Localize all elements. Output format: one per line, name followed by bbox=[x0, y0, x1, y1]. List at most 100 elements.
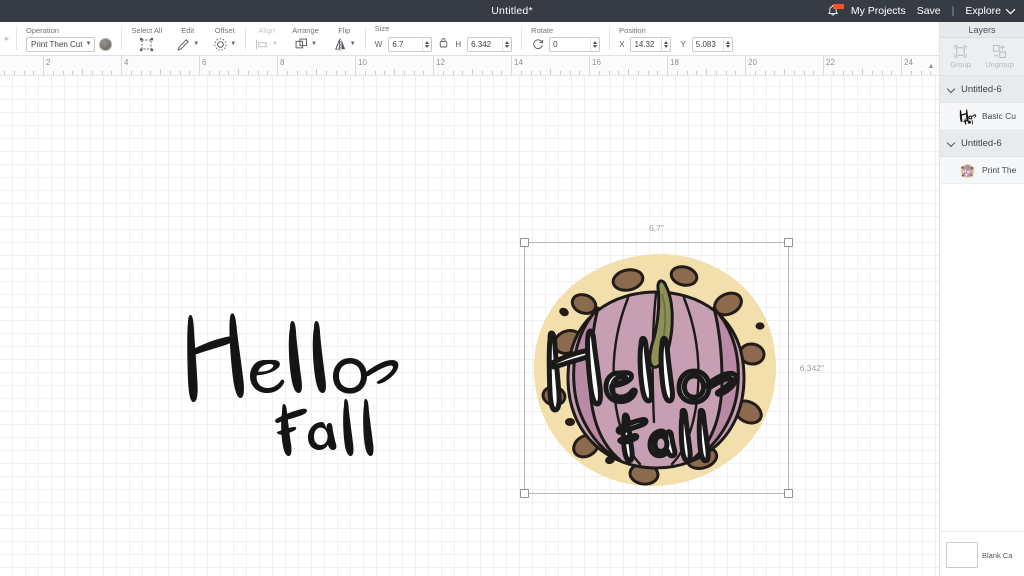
width-field[interactable] bbox=[388, 36, 433, 52]
machine-selector[interactable]: Explore bbox=[965, 5, 1016, 17]
rotate-icon bbox=[533, 39, 544, 49]
caret-up-icon[interactable]: ▲ bbox=[925, 60, 937, 72]
offset-icon bbox=[214, 37, 227, 51]
ruler-minor-tick bbox=[559, 71, 561, 75]
blank-canvas-swatch[interactable] bbox=[946, 542, 978, 568]
lock-icon[interactable] bbox=[439, 35, 448, 53]
ruler-minor-tick bbox=[394, 69, 395, 75]
rotate-stepper[interactable] bbox=[590, 37, 599, 51]
height-input[interactable] bbox=[468, 37, 503, 51]
rotate-field[interactable] bbox=[549, 36, 601, 52]
operation-group: Operation Print Then Cut ▼ bbox=[19, 22, 119, 55]
x-field[interactable] bbox=[630, 36, 672, 52]
ruler-minor-tick bbox=[52, 71, 54, 75]
rotate-input[interactable] bbox=[550, 37, 591, 51]
edit-label: Edit bbox=[181, 25, 195, 35]
resize-handle-bottom-right[interactable] bbox=[784, 489, 793, 498]
ruler-minor-tick bbox=[160, 69, 161, 75]
layer-item-label: Print The bbox=[982, 165, 1017, 175]
operation-value: Print Then Cut bbox=[31, 39, 83, 49]
ruler-minor-tick bbox=[618, 71, 620, 75]
rotate-label: Rotate bbox=[531, 25, 554, 35]
ruler-minor-tick bbox=[491, 71, 493, 75]
ruler-minor-tick bbox=[774, 71, 776, 75]
ruler-minor-tick bbox=[140, 71, 142, 75]
width-input[interactable] bbox=[389, 37, 423, 51]
ruler-minor-tick bbox=[764, 71, 766, 75]
edit-button[interactable]: ▼ bbox=[176, 37, 199, 52]
canvas-background-chip[interactable]: Blank Ca bbox=[946, 542, 1012, 568]
machine-name: Explore bbox=[965, 5, 1001, 17]
resize-handle-bottom-left[interactable] bbox=[520, 489, 529, 498]
ruler-label: 10 bbox=[358, 58, 367, 67]
panel-collapse-arrow[interactable]: ▸ bbox=[0, 22, 14, 55]
flip-label: Flip bbox=[338, 25, 351, 35]
chevron-down-icon[interactable] bbox=[948, 85, 956, 93]
ruler-minor-tick bbox=[403, 71, 405, 75]
ruler-minor-tick bbox=[218, 71, 220, 75]
chevron-down-icon: ▼ bbox=[310, 41, 317, 47]
group-button: Group bbox=[950, 44, 971, 69]
ruler-minor-tick bbox=[306, 71, 308, 75]
ruler-minor-tick bbox=[579, 71, 581, 75]
y-stepper[interactable] bbox=[722, 37, 732, 51]
ruler-minor-tick bbox=[910, 71, 912, 75]
layer-group-header[interactable]: Untitled-6 bbox=[940, 130, 1024, 157]
ruler-label: 12 bbox=[436, 58, 445, 67]
artwork-hello-fall-black[interactable] bbox=[178, 294, 450, 459]
ruler-minor-tick bbox=[871, 71, 873, 75]
color-swatch[interactable] bbox=[99, 37, 113, 51]
select-all-button[interactable] bbox=[139, 37, 154, 52]
resize-handle-top-right[interactable] bbox=[784, 238, 793, 247]
align-label: Align bbox=[258, 25, 275, 35]
ruler-minor-tick bbox=[267, 71, 269, 75]
ruler-minor-tick bbox=[647, 71, 649, 75]
x-input[interactable] bbox=[631, 37, 662, 51]
layer-item[interactable]: Basic Cu bbox=[940, 103, 1024, 130]
width-letter: W bbox=[374, 39, 383, 49]
horizontal-ruler[interactable]: 2 4 6 8 10 12 14 16 18 20 22 24 ▲ bbox=[0, 56, 939, 76]
height-field[interactable] bbox=[467, 36, 513, 52]
artwork-hello-fall-pumpkin[interactable] bbox=[524, 246, 788, 494]
ruler-minor-tick bbox=[657, 71, 659, 75]
ruler-minor-tick bbox=[540, 71, 542, 75]
arrange-icon bbox=[295, 38, 308, 48]
save-button[interactable]: Save bbox=[917, 5, 941, 17]
operation-select[interactable]: Print Then Cut ▼ bbox=[26, 36, 96, 52]
ruler-minor-tick bbox=[881, 71, 883, 75]
arrange-button[interactable]: ▼ bbox=[294, 37, 317, 52]
ruler-minor-tick bbox=[150, 71, 152, 75]
offset-button[interactable]: ▼ bbox=[213, 37, 236, 52]
layer-item[interactable]: Print The bbox=[940, 157, 1024, 184]
tab-layers[interactable]: Layers bbox=[940, 22, 1024, 38]
ruler-minor-tick bbox=[862, 69, 863, 75]
ruler-minor-tick bbox=[472, 69, 473, 75]
my-projects-link[interactable]: My Projects bbox=[851, 5, 906, 17]
x-stepper[interactable] bbox=[661, 37, 670, 51]
y-input[interactable] bbox=[692, 37, 723, 51]
ruler-minor-tick bbox=[481, 71, 483, 75]
height-stepper[interactable] bbox=[502, 37, 511, 51]
ruler-minor-tick bbox=[345, 71, 347, 75]
offset-group: Offset ▼ bbox=[206, 22, 243, 55]
ruler-label: 22 bbox=[826, 58, 835, 67]
notification-badge bbox=[832, 4, 844, 9]
y-field[interactable] bbox=[691, 36, 733, 52]
ruler-label: 2 bbox=[46, 58, 51, 67]
ruler-minor-tick bbox=[179, 71, 181, 75]
design-canvas[interactable]: 6.7" 6.342" bbox=[0, 76, 939, 576]
resize-handle-top-left[interactable] bbox=[520, 238, 529, 247]
ruler-minor-tick bbox=[91, 71, 93, 75]
chevron-down-icon[interactable] bbox=[948, 139, 956, 147]
layer-group-header[interactable]: Untitled-6 bbox=[940, 76, 1024, 103]
size-group: Size W H bbox=[368, 22, 519, 55]
width-stepper[interactable] bbox=[422, 37, 431, 51]
bell-icon[interactable] bbox=[826, 4, 844, 18]
ruler-minor-tick bbox=[891, 71, 893, 75]
canvas-background-label: Blank Ca bbox=[982, 550, 1013, 560]
ruler-minor-tick bbox=[257, 71, 259, 75]
design-space-app: Untitled* My Projects Save | Explore ▸ O… bbox=[0, 0, 1024, 576]
select-all-group: Select All bbox=[124, 22, 169, 55]
flip-button[interactable]: ▼ bbox=[333, 37, 356, 52]
ruler-minor-tick bbox=[832, 71, 834, 75]
